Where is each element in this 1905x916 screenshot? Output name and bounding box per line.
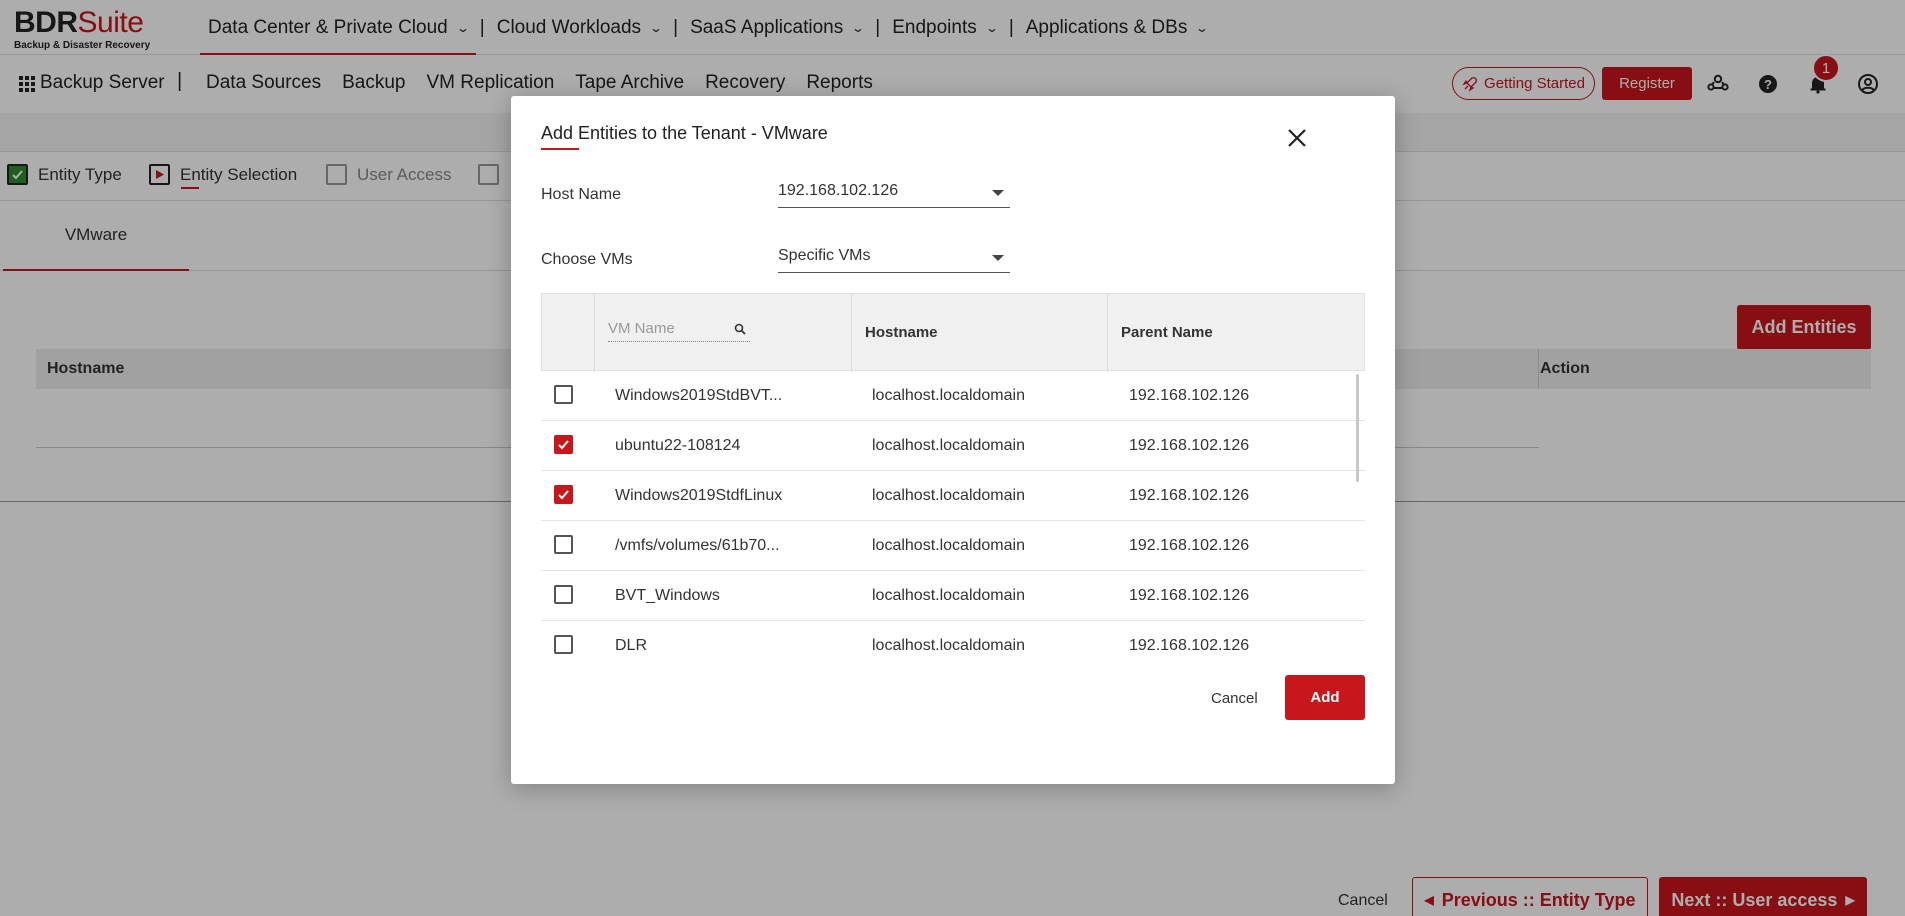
dialog-title: Add Entities to the Tenant - VMware [541, 123, 828, 143]
checkbox-checked[interactable] [554, 485, 573, 504]
search-icon[interactable] [734, 322, 746, 339]
checkbox[interactable] [554, 385, 573, 404]
table-row[interactable]: Windows2019StdBVT... localhost.localdomai… [541, 371, 1365, 421]
vm-name-search-input[interactable]: VM Name [608, 320, 750, 342]
vm-name-cell: ubuntu22-108124 [615, 437, 741, 454]
vm-table-header: Hostname Parent Name VM Name [541, 293, 1365, 372]
checkbox-checked[interactable] [554, 435, 573, 454]
dialog-add-button[interactable]: Add [1285, 675, 1365, 720]
host-name-label: Host Name [541, 186, 622, 203]
hostname-cell: localhost.localdomain [872, 437, 1025, 454]
check-icon [558, 490, 569, 500]
caret-down-icon [992, 190, 1004, 196]
host-name-select[interactable]: 192.168.102.126 [778, 178, 1010, 208]
caret-down-icon [992, 255, 1004, 261]
hostname-header: Hostname [852, 294, 1108, 372]
parent-name-cell: 192.168.102.126 [1129, 437, 1250, 454]
table-row[interactable]: Windows2019StdfLinux localhost.localdomai… [541, 471, 1365, 521]
hostname-cell: localhost.localdomain [872, 387, 1025, 404]
add-entities-dialog: Add Entities to the Tenant - VMware Host… [511, 96, 1395, 784]
hostname-column-label: Hostname [865, 324, 938, 341]
search-placeholder: VM Name [608, 320, 675, 337]
parent-name-cell: 192.168.102.126 [1129, 637, 1250, 654]
table-row[interactable]: DLR localhost.localdomain 192.168.102.126 [541, 621, 1365, 655]
dialog-cancel-button[interactable]: Cancel [1211, 690, 1258, 707]
parent-name-cell: 192.168.102.126 [1129, 587, 1250, 604]
vm-name-cell: DLR [615, 637, 648, 654]
vm-table: Hostname Parent Name VM Name Windows2019… [541, 293, 1365, 655]
host-name-value: 192.168.102.126 [778, 182, 899, 199]
hostname-cell: localhost.localdomain [872, 637, 1025, 654]
parent-name-cell: 192.168.102.126 [1129, 537, 1250, 554]
hostname-cell: localhost.localdomain [872, 537, 1025, 554]
checkbox[interactable] [554, 635, 573, 654]
vm-name-cell: Windows2019StdBVT... [615, 387, 783, 404]
check-icon [558, 440, 569, 450]
checkbox[interactable] [554, 535, 573, 554]
choose-vms-label: Choose VMs [541, 251, 633, 268]
table-row[interactable]: /vmfs/volumes/61b70... localhost.localdom… [541, 521, 1365, 571]
select-all-cell [542, 294, 595, 372]
vm-name-cell: /vmfs/volumes/61b70... [615, 537, 780, 554]
vm-name-cell: Windows2019StdfLinux [615, 487, 783, 504]
choose-vms-value: Specific VMs [778, 247, 871, 264]
title-underline [541, 148, 579, 150]
parent-name-cell: 192.168.102.126 [1129, 387, 1250, 404]
close-icon[interactable] [1285, 126, 1309, 150]
parent-name-cell: 192.168.102.126 [1129, 487, 1250, 504]
table-row[interactable]: BVT_Windows localhost.localdomain 192.168.… [541, 571, 1365, 621]
choose-vms-select[interactable]: Specific VMs [778, 243, 1010, 273]
vm-name-cell: BVT_Windows [615, 587, 720, 604]
table-scrollbar[interactable] [1356, 374, 1359, 482]
parent-name-header: Parent Name [1108, 294, 1365, 372]
hostname-cell: localhost.localdomain [872, 487, 1025, 504]
checkbox[interactable] [554, 585, 573, 604]
parent-name-column-label: Parent Name [1121, 324, 1213, 341]
table-row[interactable]: ubuntu22-108124 localhost.localdomain 192.… [541, 421, 1365, 471]
hostname-cell: localhost.localdomain [872, 587, 1025, 604]
